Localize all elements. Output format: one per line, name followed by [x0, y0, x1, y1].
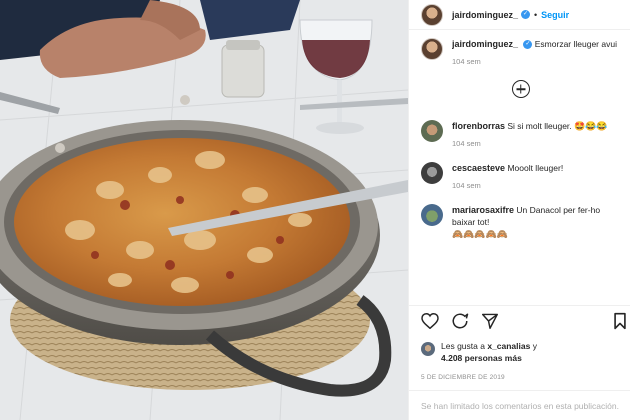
comment-time[interactable]: 104 sem — [452, 138, 620, 150]
action-bar — [409, 305, 630, 335]
bookmark-icon[interactable] — [609, 310, 630, 332]
caption-username[interactable]: jairdominguez_ — [452, 39, 518, 49]
comment-username[interactable]: florenborras — [452, 121, 505, 131]
comment-emoji: 🤩😂😂 — [574, 121, 608, 131]
comment-time[interactable]: 104 sem — [452, 180, 620, 192]
liker-avatar[interactable] — [421, 342, 435, 356]
food-photo-illustration — [0, 0, 408, 420]
share-icon[interactable] — [479, 310, 501, 332]
caption: jairdominguez_ ✓ Esmorzar lleuger avui 1… — [421, 38, 620, 68]
comment-username[interactable]: cescaesteve — [452, 163, 505, 173]
post-side-panel: jairdominguez_ ✓ • Seguir jairdominguez_… — [408, 0, 630, 420]
commenter-avatar[interactable] — [421, 120, 443, 142]
likes-count[interactable]: 4.208 personas más — [441, 353, 522, 363]
separator-dot: • — [534, 9, 538, 20]
likes-prefix: Les gusta a — [441, 341, 485, 351]
verified-icon: ✓ — [521, 10, 531, 19]
add-comments-icon[interactable] — [511, 80, 530, 98]
follow-button[interactable]: Seguir — [541, 10, 569, 20]
comments-limited-notice: Se han limitado los comentarios en esta … — [409, 390, 630, 420]
comments-list: jairdominguez_ ✓ Esmorzar lleuger avui 1… — [409, 30, 630, 240]
comment-icon[interactable] — [449, 310, 471, 332]
comment-emoji: 🙈🙈🙈🙈🙈 — [452, 229, 509, 239]
verified-icon: ✓ — [523, 40, 533, 50]
commenter-avatar[interactable] — [421, 204, 443, 226]
commenter-avatar[interactable] — [421, 162, 443, 184]
post-photo[interactable] — [0, 0, 408, 420]
comment-item: florenborras Si si molt lleuger. 🤩😂😂 104… — [421, 120, 620, 150]
liker-username[interactable]: x_canalias — [487, 341, 530, 351]
heart-icon[interactable] — [419, 310, 441, 332]
comment-text: Si si molt lleuger. — [507, 121, 572, 131]
caption-text: Esmorzar lleuger avui — [534, 39, 617, 49]
comment-text: Mooolt lleuger! — [507, 163, 564, 173]
caption-avatar[interactable] — [421, 38, 443, 60]
comment-username[interactable]: mariarosaxifre — [452, 205, 514, 215]
comment-item: cescaesteve Mooolt lleuger! 104 sem — [421, 162, 620, 192]
likes-connector: y — [532, 341, 537, 351]
author-avatar[interactable] — [421, 3, 443, 26]
likes-summary: Les gusta a x_canalias y 4.208 personas … — [421, 340, 537, 364]
author-username[interactable]: jairdominguez_ — [452, 10, 518, 20]
caption-time[interactable]: 104 sem — [452, 56, 620, 68]
post-date[interactable]: 5 DE DICIEMBRE DE 2019 — [421, 374, 505, 381]
post-header: jairdominguez_ ✓ • Seguir — [409, 0, 630, 30]
comment-item: mariarosaxifre Un Danacol per fer-ho bai… — [421, 204, 620, 240]
